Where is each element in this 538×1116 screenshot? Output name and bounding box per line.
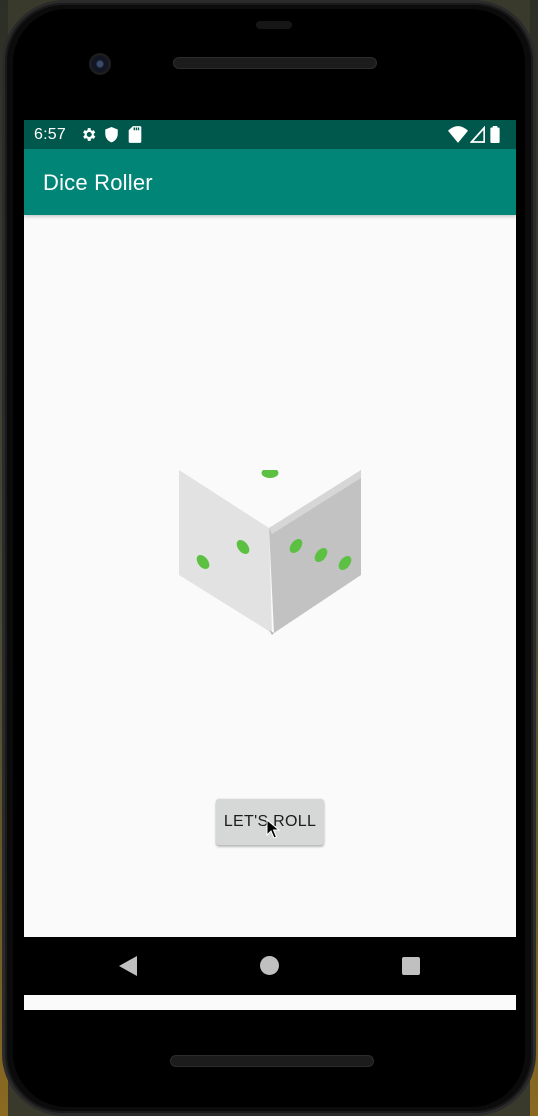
mouse-cursor-icon xyxy=(266,819,280,839)
shield-icon xyxy=(105,127,118,143)
dice-right-face xyxy=(269,472,361,633)
status-icons-right xyxy=(448,126,506,143)
dice-left-face xyxy=(179,470,272,633)
front-camera-icon xyxy=(89,53,111,75)
recents-icon[interactable] xyxy=(402,957,420,975)
dice-pip-top xyxy=(261,470,279,478)
app-title: Dice Roller xyxy=(43,170,153,195)
cell-signal-icon xyxy=(470,126,485,143)
home-icon[interactable] xyxy=(260,956,279,975)
app-bar: Dice Roller xyxy=(24,149,516,215)
wifi-icon xyxy=(448,126,468,143)
status-time: 6:57 xyxy=(34,126,66,143)
bottom-speaker-grille xyxy=(170,1055,374,1067)
battery-icon xyxy=(490,126,500,143)
navigation-bar xyxy=(24,937,516,995)
app-screen: 6:57 Dice Roller LET'S ROLL xyxy=(24,120,516,1010)
main-content: LET'S ROLL xyxy=(24,215,516,937)
top-speaker-grille xyxy=(173,57,377,69)
status-bar: 6:57 xyxy=(24,120,516,149)
back-icon[interactable] xyxy=(118,955,138,977)
sd-card-icon xyxy=(128,126,142,143)
top-sensor xyxy=(256,21,292,29)
dice-icon xyxy=(179,470,361,635)
settings-gear-icon xyxy=(83,128,96,141)
